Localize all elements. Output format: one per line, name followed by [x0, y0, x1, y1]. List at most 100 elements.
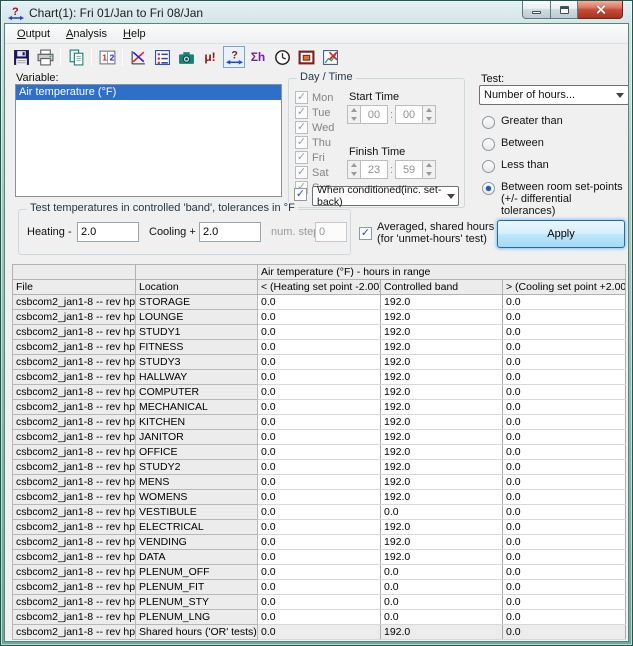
- value-cell[interactable]: 0.0: [258, 490, 381, 505]
- location-cell[interactable]: PLENUM_STY: [136, 595, 258, 610]
- value-cell[interactable]: 0.0: [503, 550, 626, 565]
- location-cell[interactable]: VENDING: [136, 535, 258, 550]
- location-cell[interactable]: OFFICE: [136, 445, 258, 460]
- file-cell[interactable]: csbcom2_jan1-8 -- rev hp6: [13, 400, 136, 415]
- value-cell[interactable]: 192.0: [381, 535, 503, 550]
- value-cell[interactable]: 0.0: [503, 340, 626, 355]
- location-cell[interactable]: STUDY3: [136, 355, 258, 370]
- value-cell[interactable]: 192.0: [381, 310, 503, 325]
- value-cell[interactable]: 0.0: [381, 580, 503, 595]
- list-icon[interactable]: [151, 46, 173, 68]
- location-cell[interactable]: PLENUM_OFF: [136, 565, 258, 580]
- value-cell[interactable]: 0.0: [503, 565, 626, 580]
- value-cell[interactable]: 192.0: [381, 325, 503, 340]
- value-cell[interactable]: 0.0: [503, 490, 626, 505]
- test-option-0[interactable]: Greater than: [482, 115, 628, 129]
- value-cell[interactable]: 0.0: [258, 295, 381, 310]
- value-cell[interactable]: 192.0: [381, 430, 503, 445]
- value-cell[interactable]: 0.0: [503, 505, 626, 520]
- value-cell[interactable]: 0.0: [503, 325, 626, 340]
- file-cell[interactable]: csbcom2_jan1-8 -- rev hp6: [13, 550, 136, 565]
- value-cell[interactable]: 0.0: [381, 565, 503, 580]
- file-cell[interactable]: csbcom2_jan1-8 -- rev hp6: [13, 415, 136, 430]
- file-cell[interactable]: csbcom2_jan1-8 -- rev hp6: [13, 430, 136, 445]
- file-cell[interactable]: csbcom2_jan1-8 -- rev hp6: [13, 565, 136, 580]
- maximize-button[interactable]: [551, 1, 578, 19]
- location-cell[interactable]: STUDY1: [136, 325, 258, 340]
- value-cell[interactable]: 192.0: [381, 460, 503, 475]
- value-cell[interactable]: 0.0: [258, 535, 381, 550]
- value-cell[interactable]: 0.0: [503, 595, 626, 610]
- value-cell[interactable]: 0.0: [258, 310, 381, 325]
- value-cell[interactable]: 192.0: [381, 340, 503, 355]
- file-cell[interactable]: csbcom2_jan1-8 -- rev hp6: [13, 445, 136, 460]
- value-cell[interactable]: 0.0: [258, 580, 381, 595]
- location-cell[interactable]: WOMENS: [136, 490, 258, 505]
- value-cell[interactable]: 192.0: [381, 475, 503, 490]
- number-grid-icon[interactable]: 12: [96, 46, 118, 68]
- value-cell[interactable]: 0.0: [503, 580, 626, 595]
- sigma-hours-icon[interactable]: Σh: [247, 46, 269, 68]
- file-cell[interactable]: csbcom2_jan1-8 -- rev hp6: [13, 475, 136, 490]
- file-cell[interactable]: csbcom2_jan1-8 -- rev hp6: [13, 580, 136, 595]
- value-cell[interactable]: 0.0: [258, 505, 381, 520]
- value-cell[interactable]: 0.0: [503, 520, 626, 535]
- value-cell[interactable]: 0.0: [503, 370, 626, 385]
- value-cell[interactable]: 0.0: [503, 430, 626, 445]
- value-cell[interactable]: 0.0: [258, 565, 381, 580]
- value-cell[interactable]: 0.0: [258, 385, 381, 400]
- col-controlled-band[interactable]: Controlled band: [381, 280, 503, 295]
- value-cell[interactable]: 0.0: [258, 340, 381, 355]
- value-cell[interactable]: 192.0: [381, 295, 503, 310]
- location-cell[interactable]: KITCHEN: [136, 415, 258, 430]
- file-cell[interactable]: csbcom2_jan1-8 -- rev hp6: [13, 535, 136, 550]
- location-cell[interactable]: Shared hours ('OR' tests): [136, 625, 258, 640]
- apply-button[interactable]: Apply: [497, 220, 625, 248]
- value-cell[interactable]: 0.0: [503, 400, 626, 415]
- col-location[interactable]: Location: [136, 280, 258, 295]
- minimize-button[interactable]: [522, 1, 551, 19]
- copy-icon[interactable]: [65, 46, 87, 68]
- file-cell[interactable]: csbcom2_jan1-8 -- rev hp6: [13, 310, 136, 325]
- value-cell[interactable]: 0.0: [503, 475, 626, 490]
- file-cell[interactable]: csbcom2_jan1-8 -- rev hp6: [13, 625, 136, 640]
- cooling-input[interactable]: [199, 222, 261, 242]
- menu-analysis[interactable]: Analysis: [58, 26, 115, 42]
- chart-test-icon[interactable]: [319, 46, 341, 68]
- col-above-band[interactable]: > (Cooling set point +2.00): [503, 280, 626, 295]
- value-cell[interactable]: 0.0: [381, 505, 503, 520]
- value-cell[interactable]: 0.0: [381, 595, 503, 610]
- location-cell[interactable]: HALLWAY: [136, 370, 258, 385]
- location-cell[interactable]: MECHANICAL: [136, 400, 258, 415]
- location-cell[interactable]: MENS: [136, 475, 258, 490]
- col-file[interactable]: File: [13, 280, 136, 295]
- value-cell[interactable]: 0.0: [503, 295, 626, 310]
- value-cell[interactable]: 0.0: [258, 520, 381, 535]
- value-cell[interactable]: 192.0: [381, 355, 503, 370]
- value-cell[interactable]: 192.0: [381, 445, 503, 460]
- menu-help[interactable]: Help: [115, 26, 154, 42]
- value-cell[interactable]: 0.0: [503, 460, 626, 475]
- test-mode-combo[interactable]: Number of hours...: [479, 85, 629, 105]
- file-cell[interactable]: csbcom2_jan1-8 -- rev hp6: [13, 505, 136, 520]
- conditioned-checkbox[interactable]: ✓: [294, 188, 307, 201]
- file-cell[interactable]: csbcom2_jan1-8 -- rev hp6: [13, 490, 136, 505]
- value-cell[interactable]: 0.0: [258, 370, 381, 385]
- value-cell[interactable]: 0.0: [503, 610, 626, 625]
- file-cell[interactable]: csbcom2_jan1-8 -- rev hp6: [13, 385, 136, 400]
- test-option-2[interactable]: Less than: [482, 159, 628, 173]
- save-icon[interactable]: [10, 46, 32, 68]
- file-cell[interactable]: csbcom2_jan1-8 -- rev hp6: [13, 610, 136, 625]
- col-below-band[interactable]: < (Heating set point -2.00): [258, 280, 381, 295]
- line-chart-icon[interactable]: [127, 46, 149, 68]
- heating-input[interactable]: [77, 222, 139, 242]
- location-cell[interactable]: PLENUM_FIT: [136, 580, 258, 595]
- value-cell[interactable]: 0.0: [258, 595, 381, 610]
- value-cell[interactable]: 0.0: [258, 610, 381, 625]
- value-cell[interactable]: 0.0: [503, 355, 626, 370]
- camera-icon[interactable]: [175, 46, 197, 68]
- variable-listbox[interactable]: Air temperature (°F): [15, 84, 282, 197]
- close-button[interactable]: [578, 1, 623, 19]
- value-cell[interactable]: 0.0: [258, 415, 381, 430]
- value-cell[interactable]: 0.0: [503, 415, 626, 430]
